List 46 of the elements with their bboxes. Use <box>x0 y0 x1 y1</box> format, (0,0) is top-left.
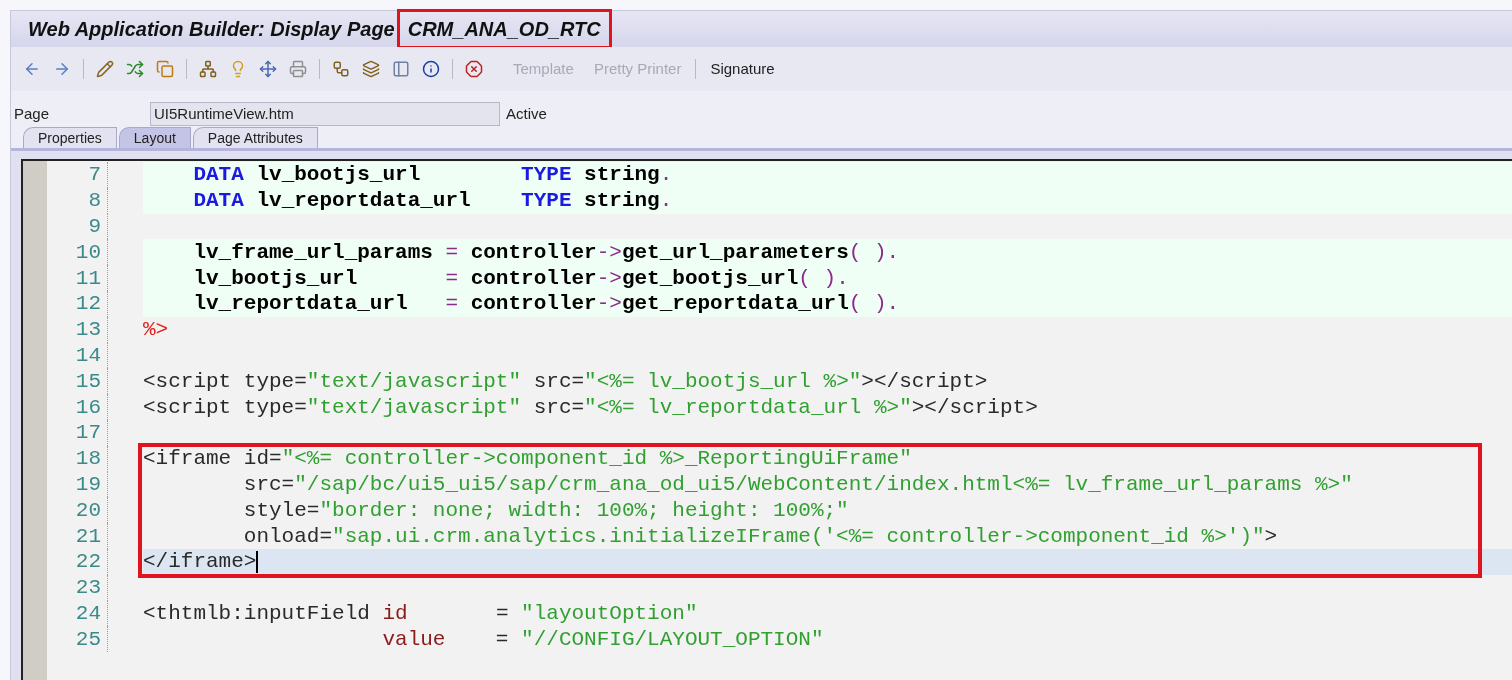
tree-icon[interactable] <box>197 58 219 80</box>
line-number: 23 <box>74 577 102 599</box>
stop-icon[interactable] <box>463 58 485 80</box>
line-number: 19 <box>74 473 102 495</box>
line-number: 20 <box>74 499 102 521</box>
toolbar-button[interactable]: Signature <box>704 57 781 81</box>
tab[interactable]: Properties <box>23 127 117 148</box>
line-number: 11 <box>74 267 102 289</box>
code-line: <iframe id="<%= controller->component_id %>_ReportingUiFrame" <box>143 446 912 472</box>
printer-icon[interactable] <box>287 58 309 80</box>
text-cursor <box>256 550 259 573</box>
line-number: 12 <box>74 293 102 315</box>
code-line: src="/sap/bc/ui5_ui5/sap/crm_ana_od_ui5/WebContent/index.html<%= lv_frame_url_params %>" <box>242 471 1353 498</box>
code-line: <script type="text/javascript" src="<%= lv_reportdata_url %>"></script> <box>143 394 1038 420</box>
code-line: <thtmlb:inputField id = "layoutOption" <box>143 600 698 627</box>
code-line: %> <box>143 317 169 343</box>
code-editor[interactable] <box>21 159 1512 680</box>
line-number: 22 <box>74 551 102 573</box>
line-number: 9 <box>87 216 102 237</box>
line-number: 15 <box>74 370 102 392</box>
line-number: 14 <box>74 344 102 366</box>
code-line: style="border: none; width: 100%; height: 100%;" <box>242 497 849 524</box>
line-number: 18 <box>74 448 102 470</box>
code-line: </iframe> <box>143 549 257 575</box>
line-number: 7 <box>87 164 102 186</box>
pencil-icon[interactable] <box>94 58 116 80</box>
line-number: 17 <box>74 422 102 444</box>
stack-icon[interactable] <box>360 58 382 80</box>
code-line: onload="sap.ui.crm.analytics.initializeIFrame('<%= controller->component_id %>')"> <box>242 523 1278 549</box>
line-number: 16 <box>74 396 102 418</box>
info-icon[interactable] <box>420 58 442 80</box>
line-number: 25 <box>74 628 102 650</box>
line-number: 21 <box>74 525 102 547</box>
code-line: value = "//CONFIG/LAYOUT_OPTION" <box>381 626 824 653</box>
tab[interactable]: Layout <box>118 127 191 148</box>
line-number: 24 <box>74 602 102 624</box>
tab[interactable]: Page Attributes <box>192 127 318 148</box>
page-name-field[interactable]: UI5RuntimeView.htm <box>150 102 500 126</box>
move-icon[interactable] <box>257 58 279 80</box>
code-line: <script type="text/javascript" src="<%= lv_bootjs_url %>"></script> <box>143 368 988 395</box>
field-label: Page <box>14 103 51 124</box>
line-number: 10 <box>74 241 102 263</box>
status-text: Active <box>506 103 547 124</box>
line-number: 13 <box>74 319 102 341</box>
line-number: 8 <box>87 190 102 212</box>
window-title: Web Application Builder: Display Page <box>28 17 395 42</box>
